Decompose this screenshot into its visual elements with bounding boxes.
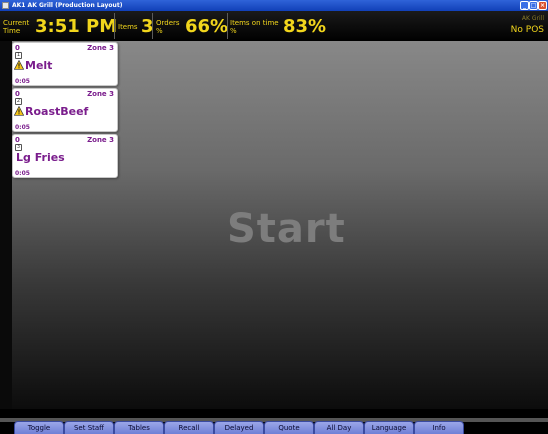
ticket-seat: 2 (15, 98, 22, 105)
current-time-value: 3:51 PM (35, 16, 118, 37)
ticket-item: Lg Fries (16, 151, 65, 164)
current-time-label-line2: Time (3, 27, 21, 35)
tab-toggle[interactable]: Toggle (14, 421, 64, 434)
divider (152, 13, 153, 39)
ticket-item: Melt (25, 59, 53, 72)
divider (114, 13, 115, 39)
ticket-number: 0 (15, 136, 20, 144)
current-time-label-line1: Current (3, 19, 30, 27)
store-name: AK Grill (521, 15, 544, 22)
tab-tables[interactable]: Tables (114, 421, 164, 434)
tab-quote[interactable]: Quote (264, 421, 314, 434)
ticket-seat: 3 (15, 144, 22, 151)
orders-label-line2: % (156, 27, 163, 35)
order-ticket[interactable]: 0 Zone 3 2 RoastBeef 0:05 (12, 88, 118, 132)
current-time-label: Current Time (3, 19, 29, 35)
start-watermark: Start (227, 206, 346, 252)
ontime-value: 83% (283, 16, 327, 37)
divider (227, 13, 228, 39)
ticket-zone: Zone 3 (87, 136, 114, 144)
ticket-elapsed: 0:05 (15, 124, 30, 131)
warning-icon (14, 106, 24, 116)
maximize-icon[interactable]: □ (529, 1, 538, 10)
window-title-bar: AK1 AK Grill (Production Layout) _ □ × (0, 0, 548, 11)
ticket-elapsed: 0:05 (15, 78, 30, 85)
tab-all-day[interactable]: All Day (314, 421, 364, 434)
orders-label: Orders % (156, 19, 180, 35)
ticket-number: 0 (15, 90, 20, 98)
window-title: AK1 AK Grill (Production Layout) (12, 2, 123, 9)
ticket-seat: 1 (15, 52, 22, 59)
tab-recall[interactable]: Recall (164, 421, 214, 434)
ontime-label-line1: Items on time (230, 19, 279, 27)
order-ticket[interactable]: 0 Zone 3 1 Melt 0:05 (12, 42, 118, 86)
tab-info[interactable]: Info (414, 421, 464, 434)
orders-value: 66% (185, 16, 229, 37)
tab-delayed[interactable]: Delayed (214, 421, 264, 434)
ticket-zone: Zone 3 (87, 90, 114, 98)
ontime-label: Items on time % (230, 19, 279, 35)
pos-status: No POS (510, 25, 544, 35)
items-label: Items (118, 23, 138, 31)
left-strip (0, 41, 12, 409)
ticket-elapsed: 0:05 (15, 170, 30, 177)
close-icon[interactable]: × (538, 1, 547, 10)
ticket-zone: Zone 3 (87, 44, 114, 52)
app-icon (2, 2, 9, 9)
ticket-number: 0 (15, 44, 20, 52)
tab-set-staff[interactable]: Set Staff (64, 421, 114, 434)
ticket-item: RoastBeef (25, 105, 89, 118)
warning-icon (14, 60, 24, 70)
minimize-icon[interactable]: _ (520, 1, 529, 10)
orders-label-line1: Orders (156, 19, 180, 27)
tab-language[interactable]: Language (364, 421, 414, 434)
ontime-label-line2: % (230, 27, 237, 35)
bottom-tab-bar: Toggle Set Staff Tables Recall Delayed Q… (0, 409, 548, 434)
order-ticket[interactable]: 0 Zone 3 3 Lg Fries 0:05 (12, 134, 118, 178)
stats-bar: Current Time 3:51 PM Items 3 Orders % 66… (0, 11, 548, 41)
